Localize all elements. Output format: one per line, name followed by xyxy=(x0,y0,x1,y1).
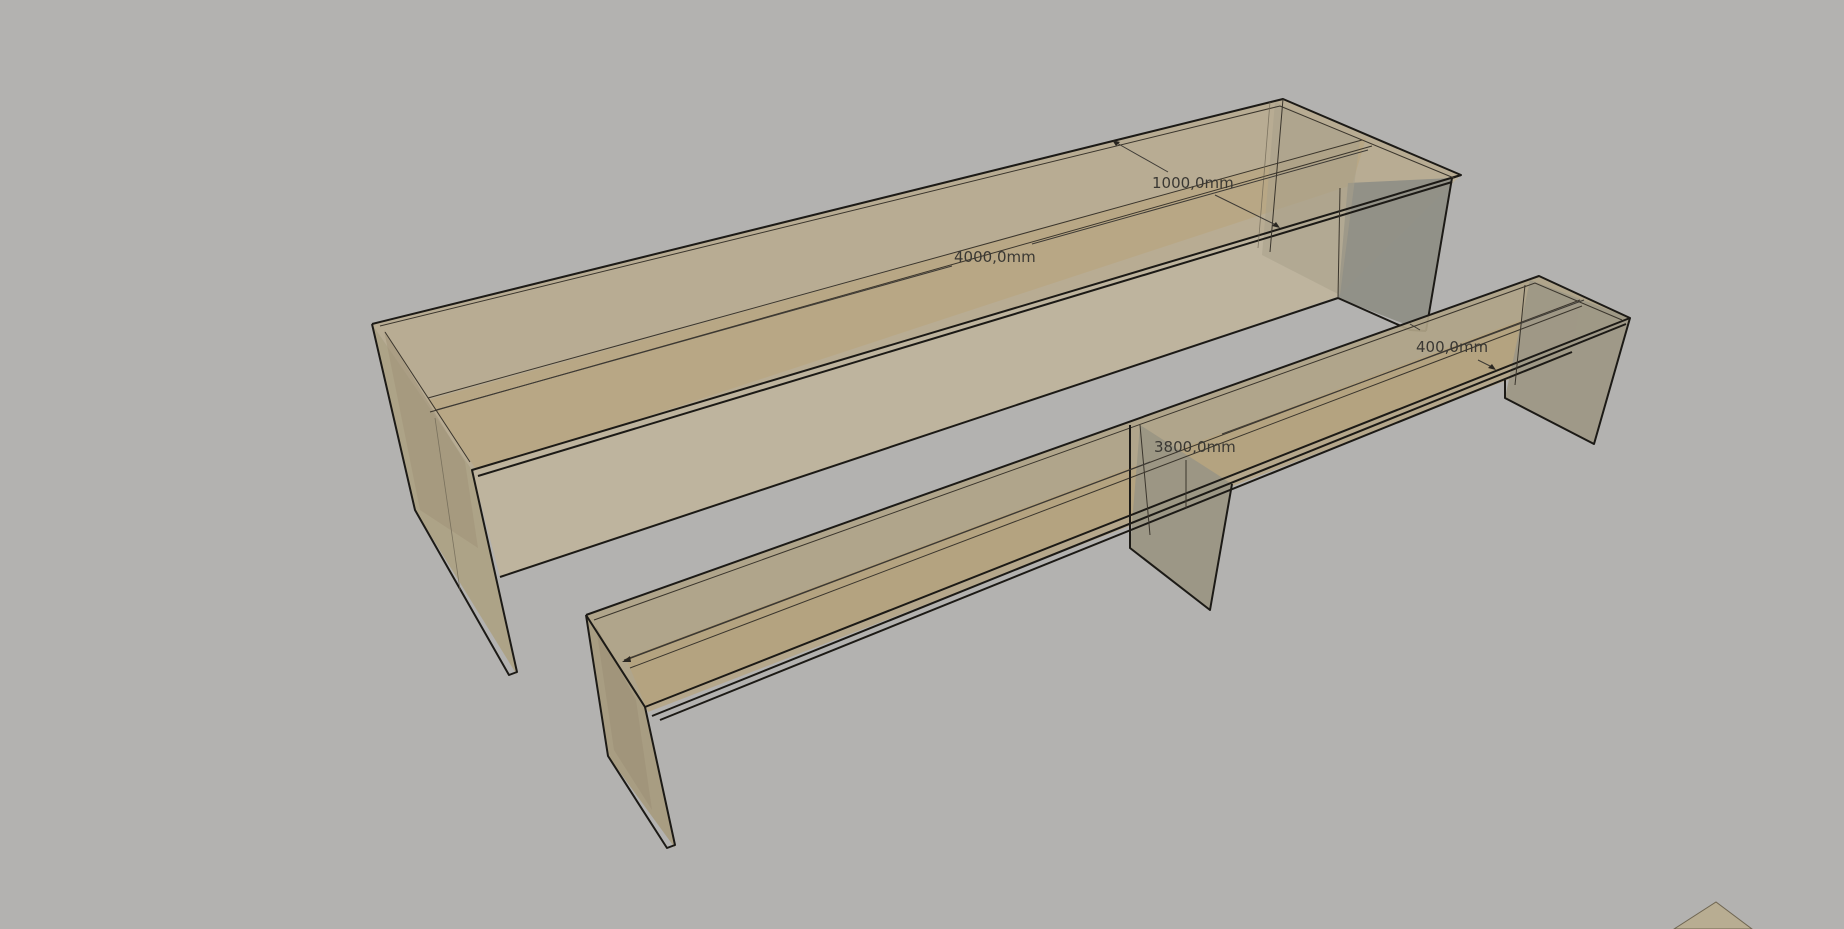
model-canvas[interactable]: 1000,0mm 4000,0mm 400,0mm 3800,0mm xyxy=(0,0,1844,929)
3d-viewport[interactable]: 1000,0mm 4000,0mm 400,0mm 3800,0mm xyxy=(0,0,1844,929)
dim-label-table-length: 4000,0mm xyxy=(954,248,1036,266)
dim-label-bench-length: 3800,0mm xyxy=(1154,438,1236,456)
table-right-leg xyxy=(1338,178,1452,332)
dim-label-bench-width: 400,0mm xyxy=(1416,338,1488,356)
axes-icon[interactable] xyxy=(1673,901,1753,929)
dim-label-table-width: 1000,0mm xyxy=(1152,174,1234,192)
